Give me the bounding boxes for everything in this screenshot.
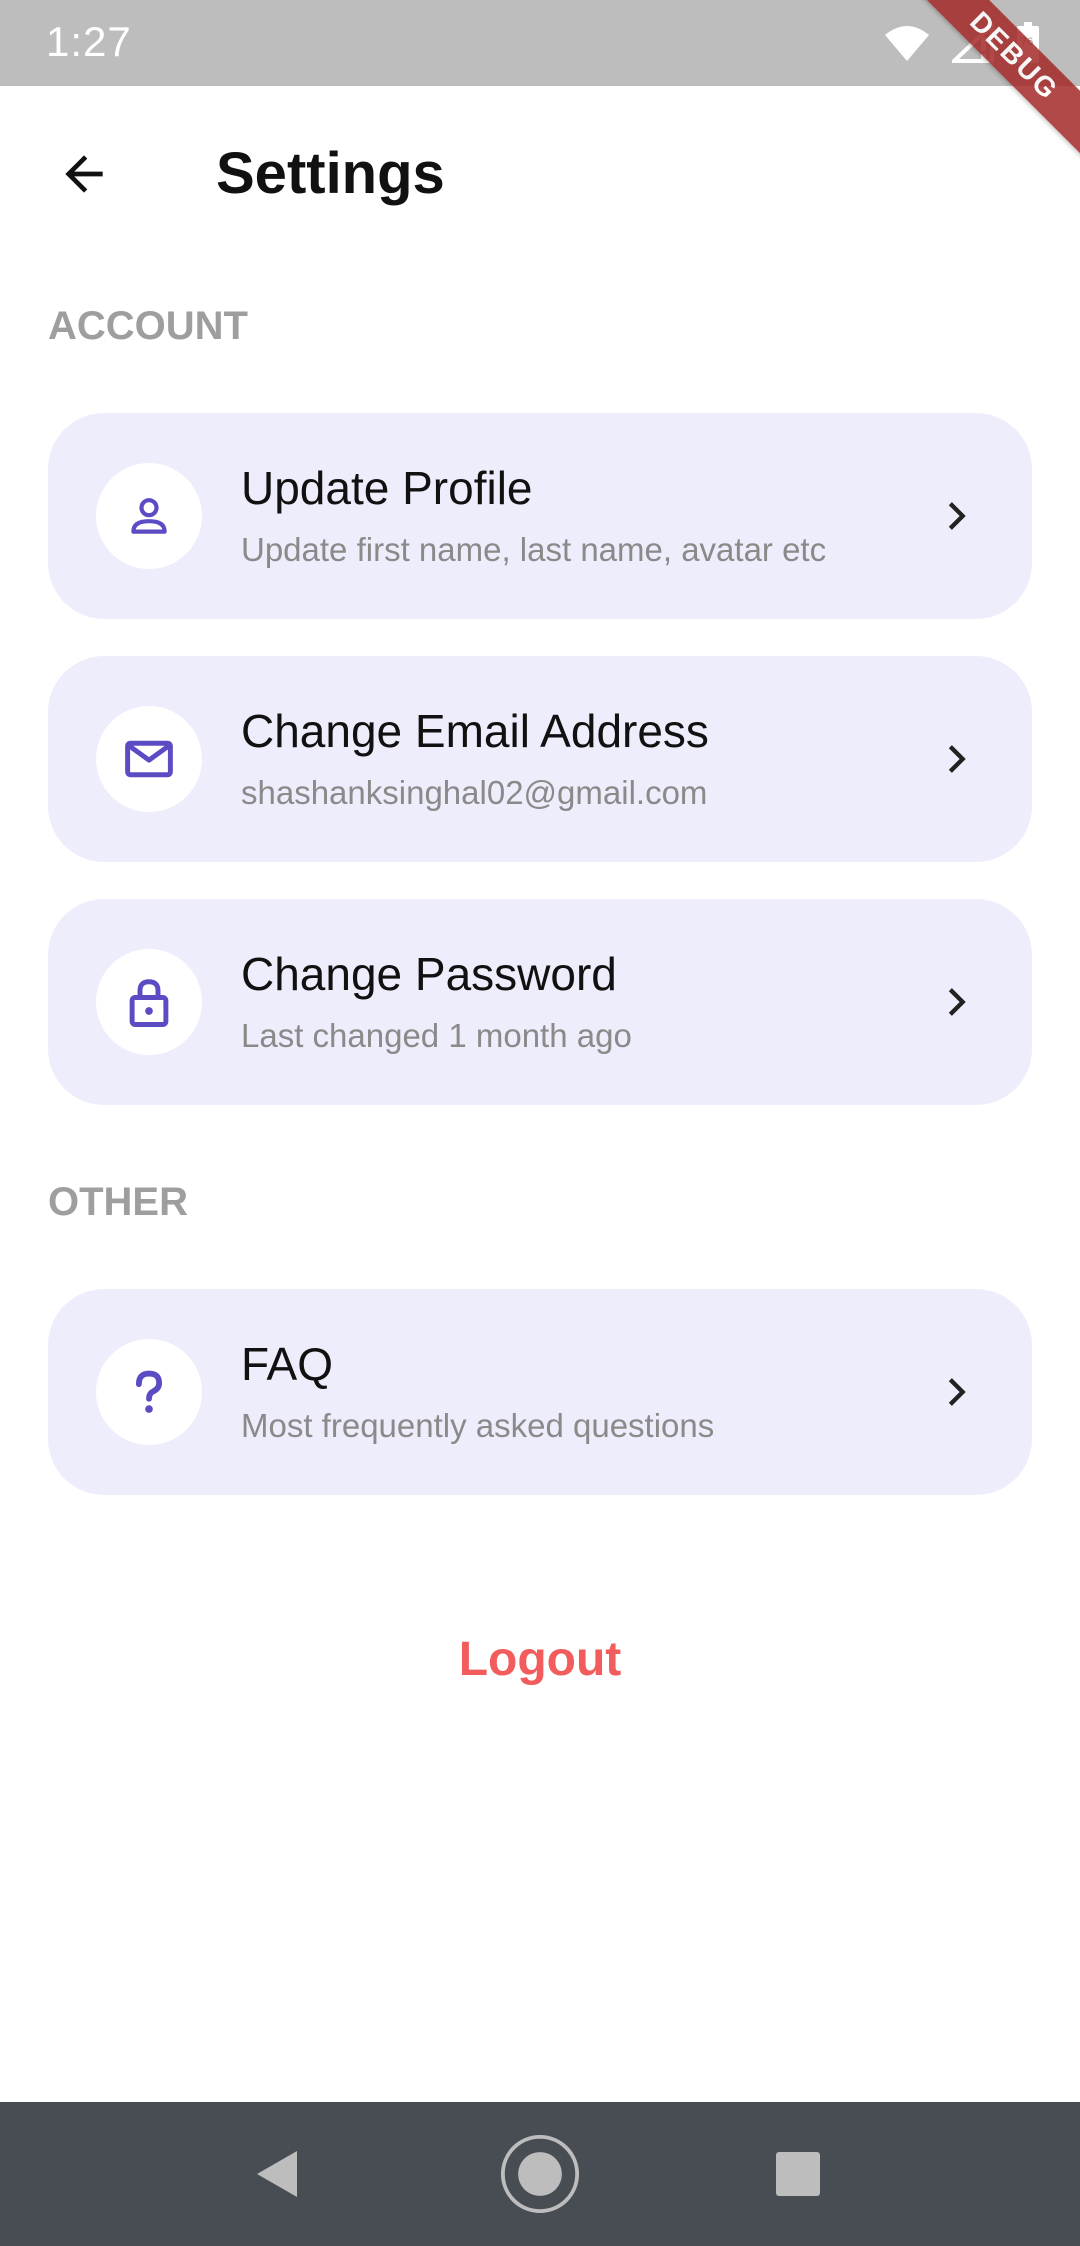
triangle-back-icon: [257, 2151, 297, 2197]
back-button[interactable]: [40, 130, 128, 218]
card-title: Change Email Address: [241, 705, 709, 757]
faq-item[interactable]: FAQ Most frequently asked questions: [48, 1289, 1032, 1495]
page-title: Settings: [216, 141, 445, 206]
nav-home-button[interactable]: [500, 2134, 580, 2214]
card-subtitle: shashanksinghal02@gmail.com: [241, 774, 708, 811]
chevron-right-icon: [928, 1364, 984, 1420]
card-title: Update Profile: [241, 462, 533, 514]
arrow-left-icon: [65, 155, 103, 193]
update-profile-item[interactable]: Update Profile Update first name, last n…: [48, 413, 1032, 619]
card-icon-circle: [96, 1339, 202, 1445]
nav-back-button[interactable]: [236, 2134, 316, 2214]
lock-icon: [129, 979, 169, 1027]
section-header-other: OTHER: [48, 1180, 188, 1224]
card-icon-circle: [96, 949, 202, 1055]
card-icon-circle: [96, 706, 202, 812]
chevron-right-icon: [928, 731, 984, 787]
card-subtitle: Update first name, last name, avatar etc: [241, 531, 827, 568]
change-password-item[interactable]: Change Password Last changed 1 month ago: [48, 899, 1032, 1105]
wifi-icon: [884, 23, 930, 63]
status-time: 1:27: [46, 18, 132, 65]
card-subtitle: Last changed 1 month ago: [241, 1017, 632, 1054]
nav-recents-button[interactable]: [758, 2134, 838, 2214]
question-icon: [135, 1370, 163, 1413]
logout-button[interactable]: Logout: [340, 1622, 740, 1698]
chevron-right-icon: [928, 974, 984, 1030]
change-email-item[interactable]: Change Email Address shashanksinghal02@g…: [48, 656, 1032, 862]
system-nav-bar: [0, 2102, 1080, 2246]
card-title: Change Password: [241, 948, 617, 1000]
square-recents-icon: [776, 2152, 820, 2196]
chevron-right-icon: [928, 488, 984, 544]
person-icon: [131, 498, 167, 534]
mail-icon: [125, 740, 173, 778]
circle-home-icon: [500, 2134, 580, 2214]
card-subtitle: Most frequently asked questions: [241, 1407, 715, 1444]
card-icon-circle: [96, 463, 202, 569]
card-title: FAQ: [241, 1338, 334, 1390]
section-header-account: ACCOUNT: [48, 304, 248, 348]
status-bar: 1:27 76: [0, 0, 1080, 86]
